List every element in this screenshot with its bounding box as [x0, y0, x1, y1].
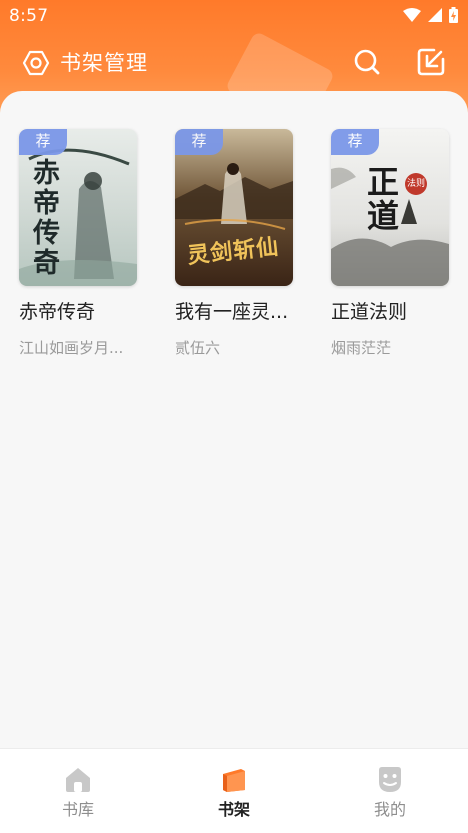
bookshelf-icon: [223, 769, 245, 792]
search-icon: [354, 49, 380, 75]
battery-icon: [449, 7, 458, 23]
import-button[interactable]: [414, 45, 448, 79]
top-bar: 书架管理: [0, 40, 468, 84]
signal-icon: [428, 8, 442, 22]
home-icon: [66, 768, 90, 792]
status-icons: [403, 7, 458, 23]
nav-label-library: 书库: [61, 800, 94, 819]
profile-icon: [379, 767, 401, 792]
book-title: 正道法则: [331, 301, 408, 323]
cover-title: 正道: [367, 163, 400, 235]
book-item[interactable]: 赤帝传奇 荐 赤帝传奇 江山如画岁月...: [19, 129, 139, 358]
book-cover: 正道 法则 荐: [331, 129, 449, 286]
recommend-badge: 荐: [19, 129, 67, 155]
bottom-nav: 书库 书架 我的: [0, 748, 468, 833]
wifi-icon: [403, 8, 421, 22]
book-cover: 灵剑斩仙 荐: [175, 129, 293, 286]
page-title: 书架管理: [60, 51, 148, 75]
book-author: 烟雨茫茫: [331, 339, 392, 357]
book-title: 我有一座灵...: [175, 301, 289, 323]
import-icon: [417, 48, 445, 76]
recommend-badge: 荐: [175, 129, 223, 155]
book-title: 赤帝传奇: [19, 301, 96, 323]
nav-label-profile: 我的: [373, 800, 406, 819]
nav-item-profile[interactable]: 我的: [312, 749, 468, 833]
status-time: 8:57: [9, 6, 49, 26]
book-item[interactable]: 正道 法则 荐 正道法则 烟雨茫茫: [331, 129, 451, 358]
bookshelf-content: 赤帝传奇 荐 赤帝传奇 江山如画岁月... 灵剑斩仙 荐 我有一座灵... 贰伍…: [0, 91, 468, 748]
cover-seal: 法则: [405, 173, 427, 195]
book-author: 江山如画岁月...: [19, 339, 124, 357]
status-bar: 8:57: [0, 0, 468, 32]
nav-item-bookshelf[interactable]: 书架: [156, 749, 312, 833]
book-cover: 赤帝传奇 荐: [19, 129, 137, 286]
settings-icon: [22, 50, 50, 76]
book-item[interactable]: 灵剑斩仙 荐 我有一座灵... 贰伍六: [175, 129, 295, 358]
book-author: 贰伍六: [175, 339, 221, 357]
recommend-badge: 荐: [331, 129, 379, 155]
nav-label-bookshelf: 书架: [217, 800, 250, 819]
nav-item-library[interactable]: 书库: [0, 749, 156, 833]
cover-title: 赤帝传奇: [33, 158, 60, 279]
search-button[interactable]: [351, 46, 383, 78]
settings-button[interactable]: [21, 48, 51, 78]
